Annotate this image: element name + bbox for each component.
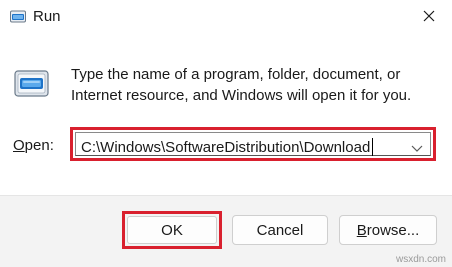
open-input[interactable]: C:\Windows\SoftwareDistribution\Download — [81, 138, 374, 156]
open-combobox-highlight: C:\Windows\SoftwareDistribution\Download — [70, 127, 436, 161]
open-label-rest: pen: — [24, 137, 54, 154]
window-title: Run — [33, 8, 61, 25]
run-icon — [14, 70, 50, 98]
close-icon — [423, 9, 435, 27]
button-bar: OK Cancel Browse... wsxdn.com — [0, 195, 452, 267]
browse-button[interactable]: Browse... — [339, 215, 437, 245]
browse-label-rest: rowse... — [366, 221, 420, 239]
open-input-value: C:\Windows\SoftwareDistribution\Download — [81, 139, 371, 156]
title-bar: Run — [0, 0, 452, 36]
run-dialog: Run Type the name of a program, folder, … — [0, 0, 452, 267]
watermark: wsxdn.com — [395, 254, 446, 265]
open-label: Open: — [13, 137, 54, 154]
ok-button[interactable]: OK — [127, 216, 217, 244]
open-combobox[interactable]: C:\Windows\SoftwareDistribution\Download — [75, 132, 431, 156]
text-caret — [372, 138, 374, 156]
run-small-icon — [10, 10, 26, 24]
cancel-button[interactable]: Cancel — [232, 215, 328, 245]
browse-access-key: B — [356, 221, 367, 239]
ok-button-highlight: OK — [122, 211, 222, 249]
close-button[interactable] — [406, 0, 452, 36]
description-text: Type the name of a program, folder, docu… — [71, 66, 412, 104]
open-label-access-key: O — [13, 137, 25, 154]
chevron-down-icon[interactable] — [410, 141, 424, 155]
